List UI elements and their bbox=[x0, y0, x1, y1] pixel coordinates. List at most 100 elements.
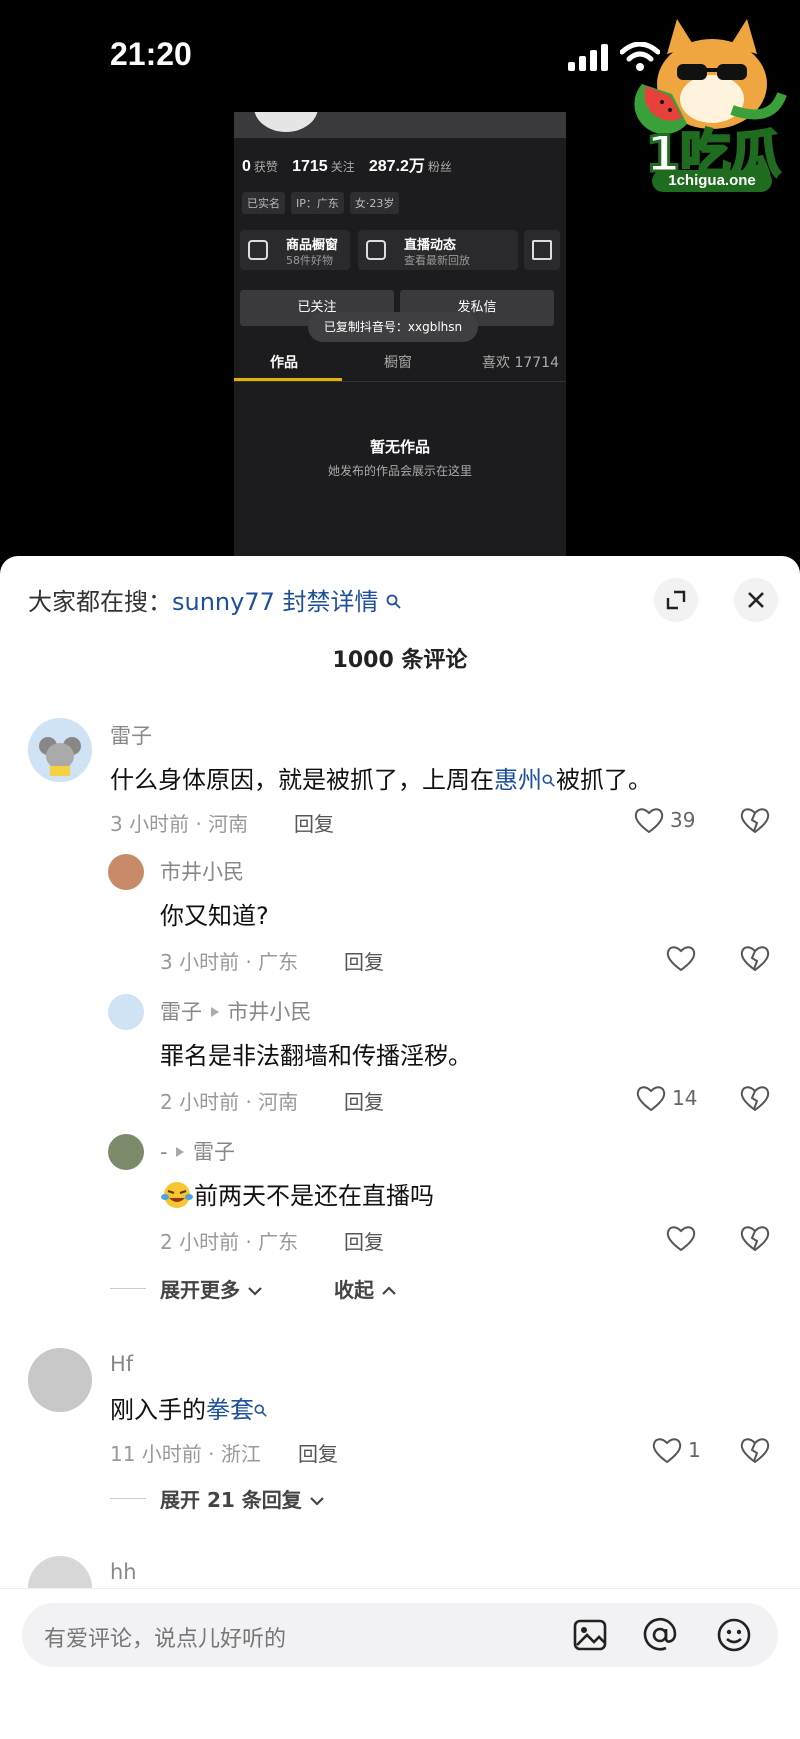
comment-text: 你又知道? bbox=[160, 902, 269, 930]
comment-text-part: 前两天不是还在直播吗 bbox=[194, 1182, 434, 1210]
reply-button[interactable]: 回复 bbox=[294, 808, 334, 837]
reply-button[interactable]: 回复 bbox=[344, 946, 384, 975]
comment-username-group: - 雷子 bbox=[160, 1136, 235, 1166]
likes-label: 获赞 bbox=[253, 160, 278, 174]
comment-text: 罪名是非法翻墙和传播淫秽。 bbox=[160, 1042, 472, 1070]
collapse-label: 收起 bbox=[334, 1278, 374, 1302]
divider-dash bbox=[110, 1288, 146, 1289]
comment-count: 1000 条评论 bbox=[332, 648, 468, 673]
followers-label: 粉丝 bbox=[427, 160, 452, 174]
empty-works-subtitle: 她发布的作品会展示在这里 bbox=[327, 464, 472, 478]
more-card[interactable] bbox=[524, 230, 560, 270]
comment-meta: 3 小时前 · 广东 bbox=[160, 950, 299, 974]
dislike-heart-icon[interactable] bbox=[740, 1436, 770, 1464]
comment-input[interactable]: 有爱评论，说点儿好听的 bbox=[22, 1603, 778, 1667]
heart-icon[interactable] bbox=[636, 1084, 666, 1112]
comment-input-bar: 有爱评论，说点儿好听的 bbox=[0, 1588, 800, 1739]
comment-meta: 11 小时前 · 浙江 bbox=[110, 1442, 261, 1466]
tab-showcase[interactable]: 橱窗 bbox=[384, 352, 412, 372]
avatar[interactable] bbox=[28, 1348, 92, 1412]
reply-to-username[interactable]: 市井小民 bbox=[227, 1000, 311, 1024]
like-count: 14 bbox=[672, 1086, 698, 1110]
live-updates-subtitle: 查看最新回放 bbox=[404, 254, 470, 267]
shop-window-subtitle: 58件好物 bbox=[286, 254, 333, 267]
followers-value: 287.2万 bbox=[368, 158, 425, 175]
koala-avatar-icon bbox=[39, 737, 81, 776]
comment-input-placeholder: 有爱评论，说点儿好听的 bbox=[44, 1627, 287, 1652]
comment-sheet: 大家都在搜：sunny77 封禁详情 1000 条评论 雷子 什么身体原因，就是… bbox=[0, 556, 800, 1738]
profile-tags: 已实名 IP：广东 女·23岁 bbox=[242, 192, 400, 214]
expand-more-button[interactable]: 展开更多 bbox=[160, 1274, 263, 1303]
search-link-icon bbox=[254, 1404, 267, 1417]
image-icon[interactable] bbox=[572, 1617, 608, 1653]
empty-works-title: 暂无作品 bbox=[369, 438, 430, 456]
signal-icon bbox=[568, 44, 608, 71]
divider-dash bbox=[110, 1498, 146, 1499]
comment-username[interactable]: 雷子 bbox=[110, 720, 152, 750]
comment-search-link[interactable]: 惠州 bbox=[494, 766, 542, 794]
trending-search-prefix: 大家都在搜： bbox=[28, 588, 172, 616]
dislike-heart-icon[interactable] bbox=[740, 806, 770, 834]
search-link-icon bbox=[386, 594, 401, 609]
trending-search[interactable]: 大家都在搜：sunny77 封禁详情 bbox=[28, 582, 402, 617]
like-count: 1 bbox=[688, 1438, 701, 1462]
shop-icon bbox=[248, 240, 268, 260]
dislike-heart-icon[interactable] bbox=[740, 944, 770, 972]
avatar[interactable] bbox=[28, 718, 92, 782]
heart-icon[interactable] bbox=[652, 1436, 682, 1464]
comment-username[interactable]: 雷子 bbox=[160, 1000, 202, 1024]
reply-button[interactable]: 回复 bbox=[344, 1086, 384, 1115]
chevron-down-icon bbox=[309, 1497, 324, 1506]
tag-verified: 已实名 bbox=[242, 192, 285, 214]
heart-icon[interactable] bbox=[666, 1224, 696, 1252]
reply-button[interactable]: 回复 bbox=[298, 1438, 338, 1467]
following-label: 关注 bbox=[330, 160, 355, 174]
laughing-crying-emoji-icon bbox=[161, 1182, 193, 1208]
watermark-logo: 1吃瓜 1chigua.one bbox=[632, 14, 792, 194]
tab-likes[interactable]: 喜欢 17714 bbox=[482, 352, 559, 372]
comment-meta: 2 小时前 · 河南 bbox=[160, 1090, 299, 1114]
v-icon bbox=[532, 240, 552, 260]
avatar[interactable] bbox=[108, 994, 144, 1030]
comment-username-group: 雷子 市井小民 bbox=[160, 996, 311, 1026]
live-icon bbox=[366, 240, 386, 260]
comment-username[interactable]: Hf bbox=[110, 1352, 133, 1376]
expand-icon bbox=[666, 590, 686, 610]
comment-search-link[interactable]: 拳套 bbox=[206, 1396, 254, 1424]
reply-arrow-icon bbox=[210, 1007, 219, 1017]
comment-text-part: 被抓了。 bbox=[556, 766, 652, 794]
watermark-url: 1chigua.one bbox=[652, 170, 772, 192]
avatar[interactable] bbox=[108, 1134, 144, 1170]
heart-icon[interactable] bbox=[634, 806, 664, 834]
close-button[interactable] bbox=[734, 578, 778, 622]
tag-gender-age: 女·23岁 bbox=[349, 192, 400, 214]
at-icon[interactable] bbox=[642, 1617, 678, 1653]
shop-window-card[interactable]: 商品橱窗 58件好物 bbox=[240, 230, 350, 270]
comment-text: 刚入手的拳套 bbox=[110, 1390, 268, 1425]
collapse-button[interactable]: 收起 bbox=[334, 1274, 397, 1303]
chevron-up-icon bbox=[382, 1286, 396, 1295]
comment-username[interactable]: 市井小民 bbox=[160, 856, 244, 886]
emoji-icon[interactable] bbox=[716, 1617, 752, 1653]
comment-text: 什么身体原因，就是被抓了，上周在惠州 被抓了。 bbox=[110, 760, 652, 795]
comment-meta: 2 小时前 · 广东 bbox=[160, 1230, 299, 1254]
expand-replies-button[interactable]: 展开 21 条回复 bbox=[160, 1484, 325, 1513]
copy-toast: 已复制抖音号：xxgblhsn bbox=[308, 312, 478, 342]
comment-text-part: 什么身体原因，就是被抓了，上周在 bbox=[110, 766, 494, 794]
avatar[interactable] bbox=[108, 854, 144, 890]
dislike-heart-icon[interactable] bbox=[740, 1084, 770, 1112]
chevron-down-icon bbox=[248, 1287, 262, 1296]
reply-to-username[interactable]: 雷子 bbox=[193, 1140, 235, 1164]
expand-more-label: 展开更多 bbox=[160, 1278, 240, 1302]
tab-works[interactable]: 作品 bbox=[270, 352, 298, 372]
comment-text: 前两天不是还在直播吗 bbox=[160, 1176, 434, 1211]
trending-search-query[interactable]: sunny77 封禁详情 bbox=[172, 588, 379, 616]
comment-text-part: 刚入手的 bbox=[110, 1396, 206, 1424]
expand-button[interactable] bbox=[654, 578, 698, 622]
comment-username[interactable]: hh bbox=[110, 1560, 137, 1584]
dislike-heart-icon[interactable] bbox=[740, 1224, 770, 1252]
heart-icon[interactable] bbox=[666, 944, 696, 972]
live-updates-card[interactable]: 直播动态 查看最新回放 bbox=[358, 230, 518, 270]
comment-username[interactable]: - bbox=[160, 1140, 168, 1164]
reply-button[interactable]: 回复 bbox=[344, 1226, 384, 1255]
